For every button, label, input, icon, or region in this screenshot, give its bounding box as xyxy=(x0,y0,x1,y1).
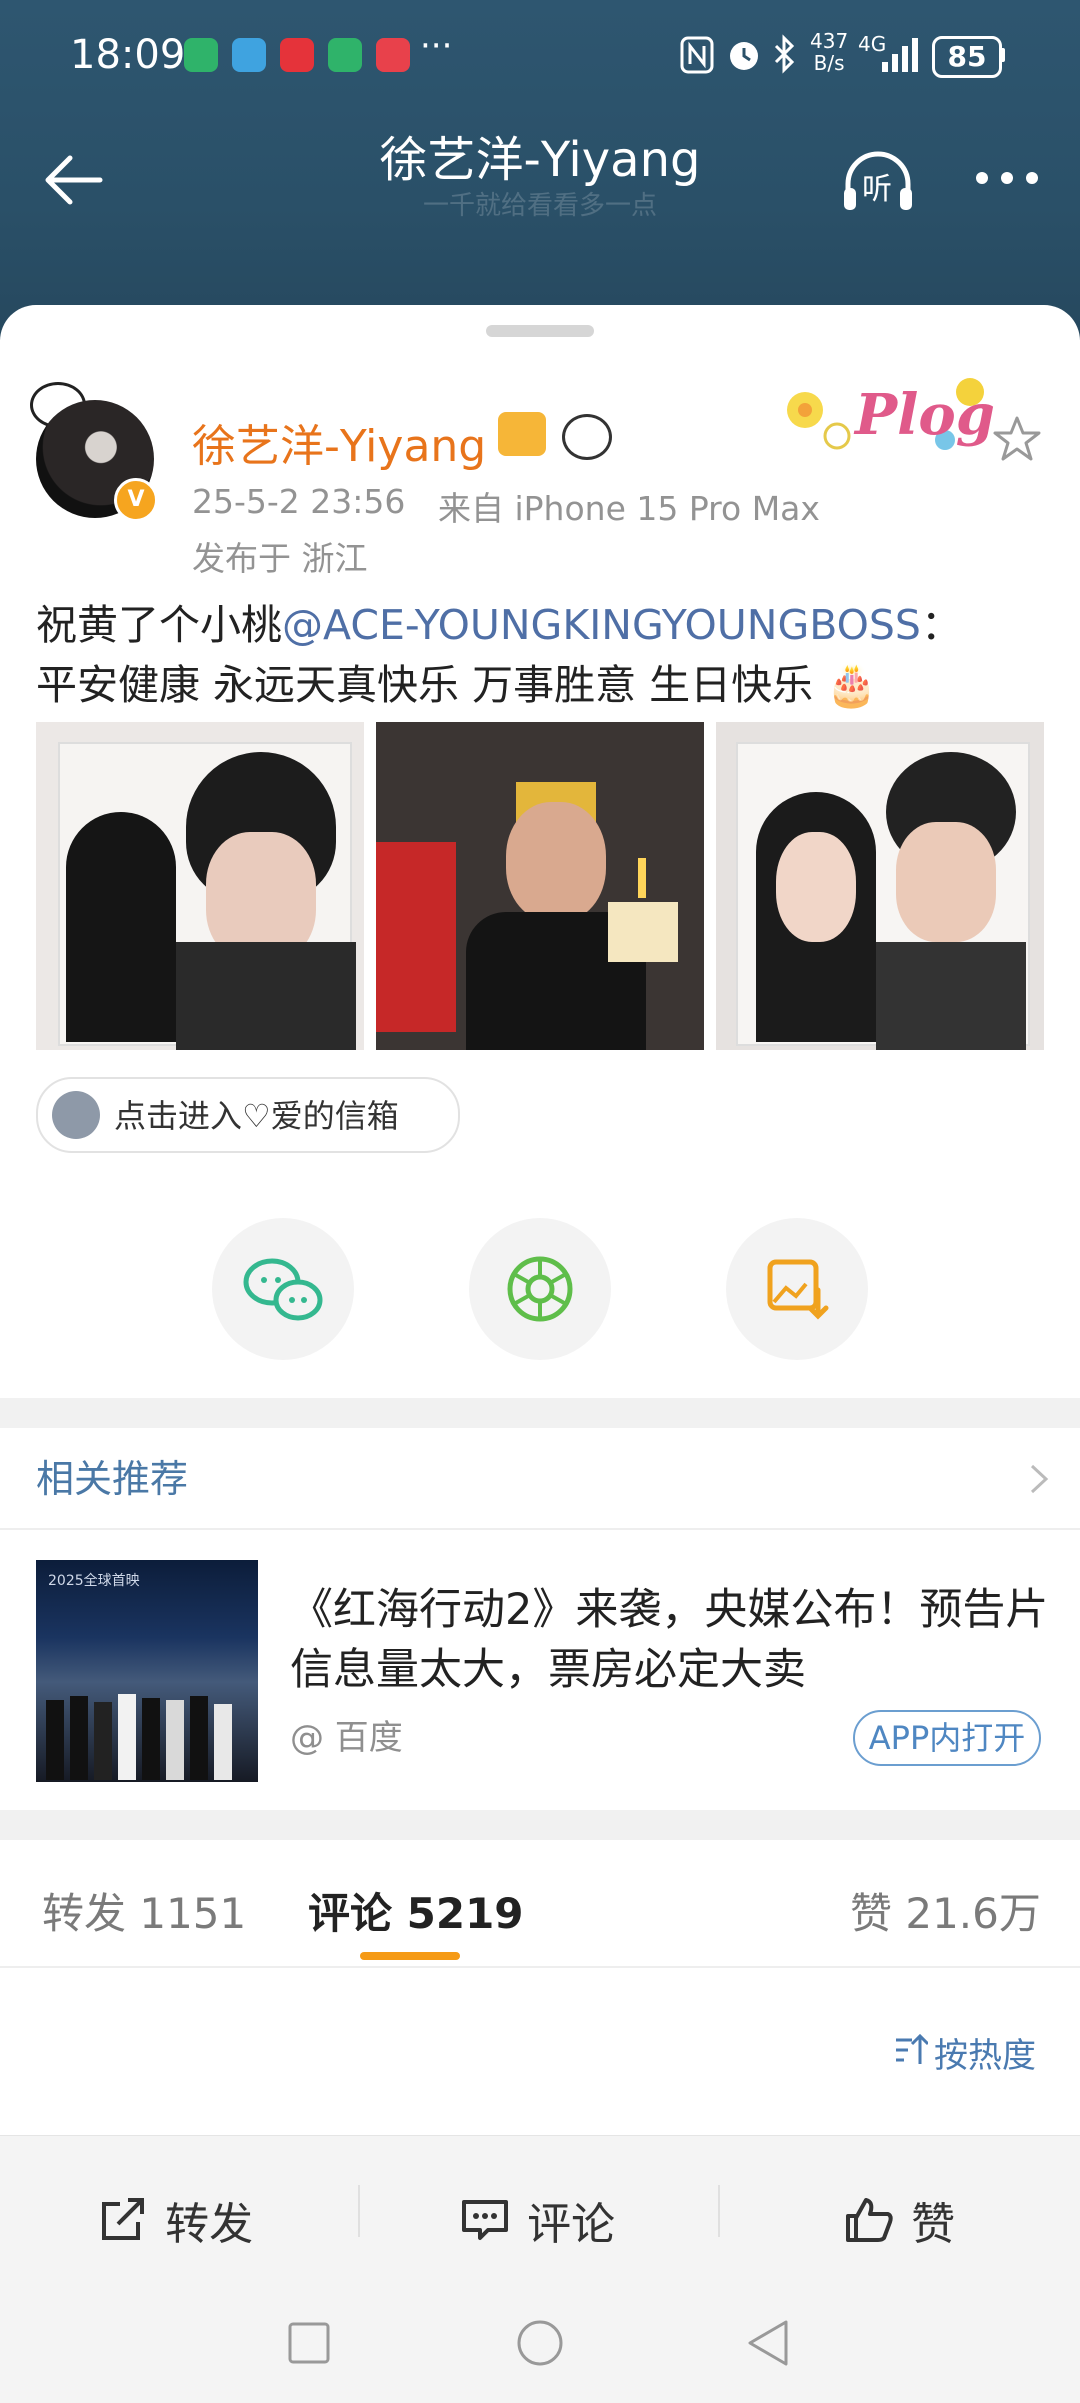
action-divider-2 xyxy=(718,2185,720,2237)
app-notification-icon xyxy=(184,38,218,72)
sort-icon[interactable] xyxy=(892,2030,928,2070)
panda-emoji-icon xyxy=(562,414,612,460)
nfc-icon xyxy=(680,36,714,74)
news-thumb-people xyxy=(46,1680,246,1780)
post-text-line1: 祝黄了个小桃@ACE-YOUNGKINGYOUNGBOSS： xyxy=(36,595,1056,655)
open-in-app-button[interactable]: APP内打开 xyxy=(853,1710,1041,1766)
post-text-wishes: 平安健康 永远天真快乐 万事胜意 生日快乐 xyxy=(36,661,814,709)
share-wechat-button[interactable] xyxy=(212,1218,354,1360)
thumbs-up-icon xyxy=(846,2198,893,2242)
mention-link[interactable]: @ACE-YOUNGKINGYOUNGBOSS xyxy=(282,601,921,649)
post-photo-3[interactable] xyxy=(716,722,1044,1050)
signal-icon xyxy=(882,38,918,72)
verified-badge-icon: V xyxy=(114,478,158,522)
book-notification-icon xyxy=(376,38,410,72)
more-notifications-icon: ··· xyxy=(420,26,453,66)
share-external-icon xyxy=(102,2198,144,2240)
post-location: 发布于 浙江 xyxy=(192,539,368,578)
tab-repost[interactable]: 转发 1151 xyxy=(42,1880,246,1941)
moments-icon xyxy=(507,1256,573,1322)
post-text-colon: ： xyxy=(920,601,962,649)
game-notification-icon xyxy=(232,38,266,72)
tab-likes[interactable]: 赞 21.6万 xyxy=(850,1880,1041,1941)
comment-button[interactable]: 评论 xyxy=(460,2188,615,2252)
sort-by-hot-button[interactable]: 按热度 xyxy=(934,2028,1036,2077)
save-image-button[interactable] xyxy=(726,1218,868,1360)
divider xyxy=(0,1528,1080,1530)
battery-tip xyxy=(1000,48,1005,62)
news-title[interactable]: 《红海行动2》来袭，央媒公布！预告片信息量太大，票房必定大卖 xyxy=(290,1580,1050,1700)
listen-button[interactable]: 听 xyxy=(838,148,918,218)
tab-comments[interactable]: 评论 5219 xyxy=(308,1880,524,1941)
post-text-line2: 平安健康 永远天真快乐 万事胜意 生日快乐 🎂 xyxy=(36,655,1056,715)
post-photo-2[interactable] xyxy=(376,722,704,1050)
post-timestamp: 25-5-2 23:56 xyxy=(192,482,406,521)
tabs-divider xyxy=(0,1966,1080,1968)
section-divider-2 xyxy=(0,1810,1080,1840)
page-subtitle: 一千就给看看多一点 xyxy=(422,191,657,221)
active-tab-indicator xyxy=(360,1952,460,1960)
more-options-icon[interactable] xyxy=(972,168,1042,188)
favorite-star-icon[interactable] xyxy=(992,414,1042,464)
repost-label: 转发 xyxy=(165,2199,254,2250)
crown-badge-icon xyxy=(498,412,546,456)
love-mailbox-label: 点击进入♡爱的信箱 xyxy=(114,1097,399,1135)
love-mailbox-chip[interactable]: 点击进入♡爱的信箱 xyxy=(36,1077,460,1153)
alarm-icon xyxy=(730,42,758,70)
news-thumb-text: 2025全球首映 xyxy=(48,1573,140,1589)
plog-sticker: Plog xyxy=(775,370,995,465)
comment-label: 评论 xyxy=(527,2199,616,2250)
status-time: 18:09 xyxy=(70,32,186,78)
page-title: 徐艺洋-Yiyang xyxy=(379,132,701,188)
app-notification-icon-2 xyxy=(328,38,362,72)
battery-indicator: 85 xyxy=(932,36,1002,78)
repost-button[interactable]: 转发 xyxy=(98,2188,253,2252)
huawei-notification-icon xyxy=(280,38,314,72)
back-nav-icon[interactable] xyxy=(744,2318,792,2368)
home-icon[interactable] xyxy=(515,2318,565,2368)
drag-handle[interactable] xyxy=(486,325,594,337)
news-source: @ 百度 xyxy=(290,1718,403,1758)
like-label: 赞 xyxy=(911,2199,956,2250)
user-name[interactable]: 徐艺洋-Yiyang xyxy=(192,410,486,474)
net-speed: 437 B/s xyxy=(810,29,849,75)
post-source: 来自 iPhone 15 Pro Max xyxy=(438,489,820,528)
save-image-icon xyxy=(767,1259,829,1320)
post-text-greeting: 祝黄了个小桃 xyxy=(36,601,282,649)
listen-label: 听 xyxy=(862,172,892,207)
news-thumbnail[interactable]: 2025全球首映 xyxy=(36,1560,258,1782)
wechat-icon xyxy=(243,1258,323,1321)
plog-sticker-text: Plog xyxy=(855,382,995,448)
recent-apps-icon[interactable] xyxy=(286,2320,332,2366)
action-divider xyxy=(358,2185,360,2237)
comment-icon xyxy=(462,2200,508,2240)
flower-icon xyxy=(52,1091,100,1139)
cake-emoji-icon: 🎂 xyxy=(826,661,878,709)
post-text: 祝黄了个小桃@ACE-YOUNGKINGYOUNGBOSS： 平安健康 永远天真… xyxy=(36,595,1056,715)
share-moments-button[interactable] xyxy=(469,1218,611,1360)
section-divider xyxy=(0,1398,1080,1428)
chevron-right-icon[interactable] xyxy=(1028,1462,1050,1496)
post-photo-1[interactable] xyxy=(36,722,364,1050)
related-recommend-title[interactable]: 相关推荐 xyxy=(36,1448,188,1503)
like-button[interactable]: 赞 xyxy=(844,2188,955,2252)
bluetooth-icon xyxy=(774,34,795,74)
